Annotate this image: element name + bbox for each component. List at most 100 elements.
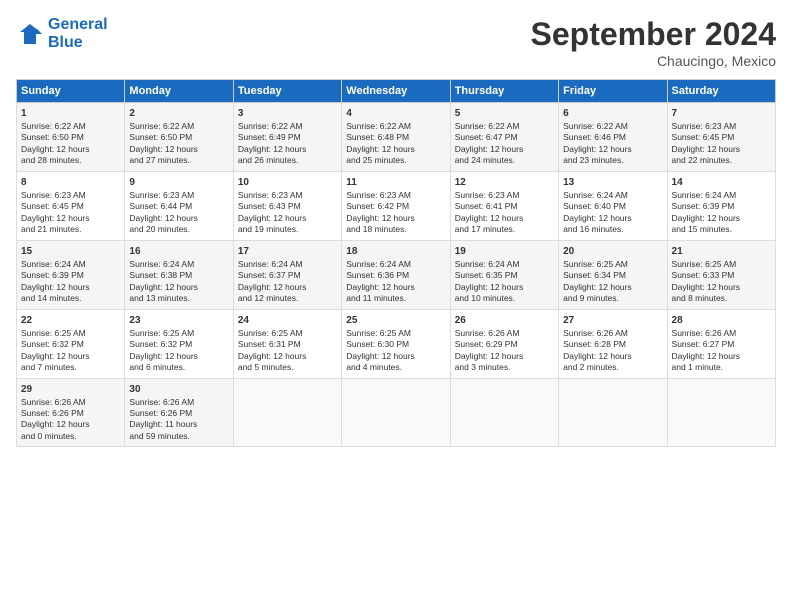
calendar-cell: 17Sunrise: 6:24 AMSunset: 6:37 PMDayligh… (233, 240, 341, 309)
day-number: 19 (455, 245, 554, 258)
header-cell-friday: Friday (559, 80, 667, 103)
cell-line: and 28 minutes. (21, 155, 120, 166)
cell-content: Sunrise: 6:23 AMSunset: 6:41 PMDaylight:… (455, 190, 554, 236)
cell-line: Sunset: 6:39 PM (672, 201, 771, 212)
day-number: 3 (238, 107, 337, 120)
cell-line: Daylight: 12 hours (455, 144, 554, 155)
cell-line: Daylight: 12 hours (238, 282, 337, 293)
cell-content: Sunrise: 6:25 AMSunset: 6:31 PMDaylight:… (238, 328, 337, 374)
cell-line: Sunrise: 6:23 AM (455, 190, 554, 201)
calendar-cell (559, 378, 667, 447)
cell-line: Daylight: 12 hours (455, 282, 554, 293)
cell-line: and 22 minutes. (672, 155, 771, 166)
day-number: 5 (455, 107, 554, 120)
cell-line: and 14 minutes. (21, 293, 120, 304)
main-title: September 2024 (531, 16, 776, 53)
cell-line: Daylight: 12 hours (129, 144, 228, 155)
cell-content: Sunrise: 6:25 AMSunset: 6:32 PMDaylight:… (21, 328, 120, 374)
day-number: 25 (346, 314, 445, 327)
cell-line: Sunset: 6:26 PM (21, 408, 120, 419)
cell-line: Sunrise: 6:22 AM (346, 121, 445, 132)
cell-line: Sunrise: 6:26 AM (129, 397, 228, 408)
cell-line: Sunset: 6:44 PM (129, 201, 228, 212)
cell-line: Daylight: 12 hours (129, 351, 228, 362)
cell-content: Sunrise: 6:24 AMSunset: 6:38 PMDaylight:… (129, 259, 228, 305)
page: General Blue September 2024 Chaucingo, M… (0, 0, 792, 612)
cell-line: Sunrise: 6:23 AM (21, 190, 120, 201)
cell-line: and 59 minutes. (129, 431, 228, 442)
calendar-cell: 24Sunrise: 6:25 AMSunset: 6:31 PMDayligh… (233, 309, 341, 378)
cell-line: Sunset: 6:27 PM (672, 339, 771, 350)
cell-line: Sunset: 6:45 PM (672, 132, 771, 143)
cell-content: Sunrise: 6:24 AMSunset: 6:39 PMDaylight:… (672, 190, 771, 236)
cell-line: Sunrise: 6:25 AM (563, 259, 662, 270)
cell-content: Sunrise: 6:22 AMSunset: 6:48 PMDaylight:… (346, 121, 445, 167)
cell-line: Daylight: 12 hours (672, 351, 771, 362)
logo-icon (16, 20, 44, 48)
cell-line: Sunset: 6:49 PM (238, 132, 337, 143)
cell-line: Sunset: 6:45 PM (21, 201, 120, 212)
calendar-cell: 5Sunrise: 6:22 AMSunset: 6:47 PMDaylight… (450, 103, 558, 172)
cell-line: and 27 minutes. (129, 155, 228, 166)
cell-line: and 16 minutes. (563, 224, 662, 235)
header: General Blue September 2024 Chaucingo, M… (16, 16, 776, 69)
cell-line: Sunrise: 6:22 AM (563, 121, 662, 132)
day-number: 24 (238, 314, 337, 327)
day-number: 8 (21, 176, 120, 189)
cell-line: Daylight: 12 hours (21, 213, 120, 224)
day-number: 6 (563, 107, 662, 120)
cell-line: Daylight: 12 hours (21, 144, 120, 155)
subtitle: Chaucingo, Mexico (531, 53, 776, 69)
calendar-cell: 22Sunrise: 6:25 AMSunset: 6:32 PMDayligh… (17, 309, 125, 378)
day-number: 11 (346, 176, 445, 189)
cell-line: Daylight: 12 hours (346, 144, 445, 155)
calendar-row: 1Sunrise: 6:22 AMSunset: 6:50 PMDaylight… (17, 103, 776, 172)
day-number: 28 (672, 314, 771, 327)
cell-line: Sunrise: 6:23 AM (129, 190, 228, 201)
cell-line: and 17 minutes. (455, 224, 554, 235)
cell-content: Sunrise: 6:26 AMSunset: 6:27 PMDaylight:… (672, 328, 771, 374)
cell-line: Sunrise: 6:22 AM (129, 121, 228, 132)
cell-content: Sunrise: 6:23 AMSunset: 6:45 PMDaylight:… (672, 121, 771, 167)
cell-content: Sunrise: 6:26 AMSunset: 6:28 PMDaylight:… (563, 328, 662, 374)
calendar-cell (342, 378, 450, 447)
header-cell-sunday: Sunday (17, 80, 125, 103)
calendar-cell (450, 378, 558, 447)
day-number: 13 (563, 176, 662, 189)
cell-line: and 9 minutes. (563, 293, 662, 304)
day-number: 18 (346, 245, 445, 258)
cell-line: Sunrise: 6:24 AM (129, 259, 228, 270)
cell-line: Sunrise: 6:23 AM (672, 121, 771, 132)
calendar-row: 8Sunrise: 6:23 AMSunset: 6:45 PMDaylight… (17, 171, 776, 240)
calendar-cell: 28Sunrise: 6:26 AMSunset: 6:27 PMDayligh… (667, 309, 775, 378)
cell-content: Sunrise: 6:26 AMSunset: 6:26 PMDaylight:… (21, 397, 120, 443)
cell-content: Sunrise: 6:26 AMSunset: 6:29 PMDaylight:… (455, 328, 554, 374)
cell-line: Sunrise: 6:25 AM (346, 328, 445, 339)
cell-content: Sunrise: 6:24 AMSunset: 6:39 PMDaylight:… (21, 259, 120, 305)
cell-line: Sunrise: 6:26 AM (455, 328, 554, 339)
cell-line: Daylight: 12 hours (563, 351, 662, 362)
cell-line: Daylight: 12 hours (455, 351, 554, 362)
cell-content: Sunrise: 6:22 AMSunset: 6:49 PMDaylight:… (238, 121, 337, 167)
day-number: 29 (21, 383, 120, 396)
cell-line: and 10 minutes. (455, 293, 554, 304)
day-number: 14 (672, 176, 771, 189)
calendar-cell (667, 378, 775, 447)
cell-line: and 21 minutes. (21, 224, 120, 235)
calendar-cell: 30Sunrise: 6:26 AMSunset: 6:26 PMDayligh… (125, 378, 233, 447)
day-number: 22 (21, 314, 120, 327)
cell-content: Sunrise: 6:23 AMSunset: 6:45 PMDaylight:… (21, 190, 120, 236)
calendar-cell: 16Sunrise: 6:24 AMSunset: 6:38 PMDayligh… (125, 240, 233, 309)
day-number: 4 (346, 107, 445, 120)
cell-line: and 6 minutes. (129, 362, 228, 373)
calendar-row: 29Sunrise: 6:26 AMSunset: 6:26 PMDayligh… (17, 378, 776, 447)
cell-line: Sunrise: 6:22 AM (21, 121, 120, 132)
cell-line: Daylight: 12 hours (672, 144, 771, 155)
cell-line: and 15 minutes. (672, 224, 771, 235)
logo: General Blue (16, 16, 108, 51)
calendar-cell: 25Sunrise: 6:25 AMSunset: 6:30 PMDayligh… (342, 309, 450, 378)
cell-line: Daylight: 12 hours (455, 213, 554, 224)
cell-content: Sunrise: 6:25 AMSunset: 6:30 PMDaylight:… (346, 328, 445, 374)
calendar-cell: 21Sunrise: 6:25 AMSunset: 6:33 PMDayligh… (667, 240, 775, 309)
cell-line: and 8 minutes. (672, 293, 771, 304)
